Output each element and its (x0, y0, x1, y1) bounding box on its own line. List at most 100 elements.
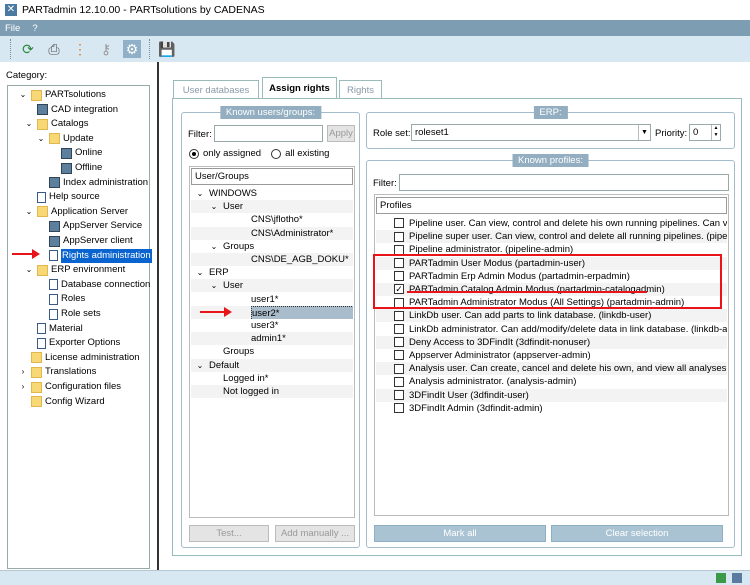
profile-checkbox[interactable] (394, 376, 404, 387)
sidebar-item[interactable]: CAD integration (24, 103, 118, 117)
profile-checkbox[interactable] (394, 310, 404, 321)
chevron-right-icon[interactable]: › (18, 365, 28, 379)
chevron-down-icon[interactable]: ⌄ (24, 263, 34, 277)
profile-checkbox[interactable] (394, 218, 404, 229)
tree-structure-icon[interactable]: ⋮ (71, 40, 89, 58)
sidebar-item[interactable]: AppServer client (36, 234, 133, 248)
profile-row[interactable]: Analysis user. Can create, cancel and de… (376, 362, 727, 376)
chevron-down-icon[interactable]: ⌄ (24, 205, 34, 219)
user-tree-row[interactable]: ⌄ User (191, 279, 353, 293)
sidebar-item[interactable]: Rights administration (36, 248, 152, 263)
sidebar-item[interactable]: Online (48, 146, 102, 160)
profile-row[interactable]: Pipeline super user. Can view, control a… (376, 230, 727, 244)
sidebar-item[interactable]: Help source (24, 190, 100, 204)
sidebar-item[interactable]: Role sets (36, 307, 101, 321)
profile-checkbox[interactable] (394, 350, 404, 361)
sidebar-item[interactable]: › Configuration files (18, 380, 121, 394)
chevron-right-icon[interactable]: › (18, 380, 28, 394)
save-icon[interactable]: 💾 (158, 40, 176, 58)
sidebar-item[interactable]: License administration (18, 351, 140, 365)
sidebar-item[interactable]: Exporter Options (24, 336, 120, 350)
user-tree-row[interactable]: ⌄ WINDOWS (191, 187, 353, 200)
sidebar-item[interactable]: ⌄ PARTsolutions (18, 88, 106, 102)
user-tree-row[interactable]: CNS\DE_AGB_DOKU* (191, 253, 353, 266)
category-tree[interactable]: ⌄ PARTsolutions CAD integration ⌄ Catalogs ⌄ U… (7, 85, 152, 569)
profile-checkbox[interactable] (394, 337, 404, 348)
sidebar-item[interactable]: ⌄ Catalogs (24, 117, 89, 131)
chevron-down-icon[interactable]: ⌄ (195, 266, 205, 279)
sidebar-item[interactable]: Config Wizard (18, 395, 105, 409)
user-tree-row[interactable]: ⌄ Default (191, 358, 353, 372)
tab-rights[interactable]: Rights (339, 80, 382, 99)
profile-checkbox[interactable] (394, 324, 404, 335)
profile-row[interactable]: Appserver Administrator (appserver-admin… (376, 349, 727, 362)
radio-only-assigned[interactable] (189, 148, 199, 159)
apply-button[interactable]: Apply (327, 125, 355, 142)
chevron-down-icon[interactable]: ⌄ (209, 200, 219, 213)
priority-stepper[interactable]: 0 ▲ ▼ (689, 124, 721, 141)
sidebar-item[interactable]: ⌄ Update (36, 132, 94, 146)
profile-row[interactable]: Deny Access to 3DFindIt (3dfindit-nonuse… (376, 335, 727, 349)
sidebar-item[interactable]: ⌄ Application Server (24, 205, 128, 219)
profiles-filter-input[interactable] (399, 174, 729, 191)
profile-checkbox[interactable] (394, 403, 404, 414)
profile-checkbox[interactable] (394, 231, 404, 242)
profile-row[interactable]: 3DFindIt User (3dfindit-user) (376, 388, 727, 402)
profile-checkbox[interactable] (394, 363, 404, 374)
printer-icon[interactable]: ⎙ (45, 40, 63, 58)
user-tree-row[interactable]: CNS\Administrator* (191, 226, 353, 240)
profile-row[interactable]: Analysis administrator. (analysis-admin) (376, 375, 727, 388)
keys-icon[interactable]: ⚷ (97, 40, 115, 58)
roleset-select[interactable]: roleset1 ▼ (411, 124, 651, 141)
user-tree-row[interactable]: ⌄ ERP (191, 266, 353, 279)
chevron-down-icon[interactable]: ⌄ (36, 132, 46, 146)
chevron-down-icon[interactable]: ⌄ (209, 240, 219, 253)
chevron-down-icon[interactable]: ⌄ (195, 187, 205, 200)
users-tree[interactable]: User/Groups ⌄ WINDOWS ⌄ User CNS\jflotho* CNS… (189, 166, 355, 518)
sidebar-item[interactable]: Database connection (36, 278, 150, 292)
clear-selection-button[interactable]: Clear selection (551, 525, 723, 542)
users-filter-input[interactable] (214, 125, 323, 142)
profile-row[interactable]: LinkDb user. Can add parts to link datab… (376, 309, 727, 323)
sidebar-item[interactable]: ⌄ ERP environment (24, 263, 125, 277)
sidebar-item[interactable]: Material (24, 322, 83, 336)
user-tree-row[interactable]: Logged in* (191, 372, 353, 385)
sidebar-item[interactable]: › Translations (18, 365, 96, 379)
chevron-down-icon[interactable]: ⌄ (209, 279, 219, 292)
sidebar-item[interactable]: Roles (36, 292, 85, 306)
user-tree-row[interactable]: user3* (191, 319, 353, 332)
user-tree-row[interactable]: ⌄ User (191, 200, 353, 214)
tab-assign-rights[interactable]: Assign rights (262, 77, 337, 99)
user-tree-row[interactable]: Groups (191, 345, 353, 358)
user-tree-row[interactable]: admin1* (191, 332, 353, 346)
user-tree-row[interactable]: Not logged in (191, 385, 353, 398)
add-manually-button[interactable]: Add manually ... (275, 525, 355, 542)
sidebar-item[interactable]: Offline (48, 161, 102, 175)
refresh-globe-icon[interactable]: ⟳ (19, 40, 37, 58)
sidebar-item-label: CAD integration (51, 103, 119, 115)
chevron-down-icon[interactable]: ⌄ (195, 359, 205, 372)
chevron-down-icon[interactable]: ⌄ (24, 117, 34, 131)
gear-icon (61, 162, 72, 174)
tree-icon (49, 177, 60, 189)
splitter[interactable] (157, 62, 163, 570)
menu-help[interactable]: ? (32, 23, 37, 34)
mark-all-button[interactable]: Mark all (374, 525, 546, 542)
user-tree-row[interactable]: user1* (191, 293, 353, 306)
sidebar-item[interactable]: AppServer Service (36, 219, 142, 233)
sidebar-item[interactable]: Index administration (36, 176, 148, 190)
chevron-down-icon[interactable]: ⌄ (18, 88, 28, 102)
gear-settings-icon[interactable]: ⚙ (123, 40, 141, 58)
profile-row[interactable]: LinkDb administrator. Can add/modify/del… (376, 323, 727, 336)
user-tree-row[interactable]: ⌄ Groups (191, 240, 353, 253)
profile-row[interactable]: 3DFindIt Admin (3dfindit-admin) (376, 402, 727, 415)
profiles-list[interactable]: Profiles Pipeline user. Can view, contro… (374, 194, 729, 516)
profile-checkbox[interactable] (394, 390, 404, 401)
menu-file[interactable]: File (5, 23, 20, 34)
spin-arrows-icon[interactable]: ▲ ▼ (711, 125, 720, 140)
radio-all-existing[interactable] (271, 148, 282, 159)
tab-user-databases[interactable]: User databases (173, 80, 259, 99)
test-button[interactable]: Test... (189, 525, 269, 542)
profile-row[interactable]: Pipeline user. Can view, control and del… (376, 217, 727, 230)
user-tree-row[interactable]: CNS\jflotho* (191, 213, 353, 226)
